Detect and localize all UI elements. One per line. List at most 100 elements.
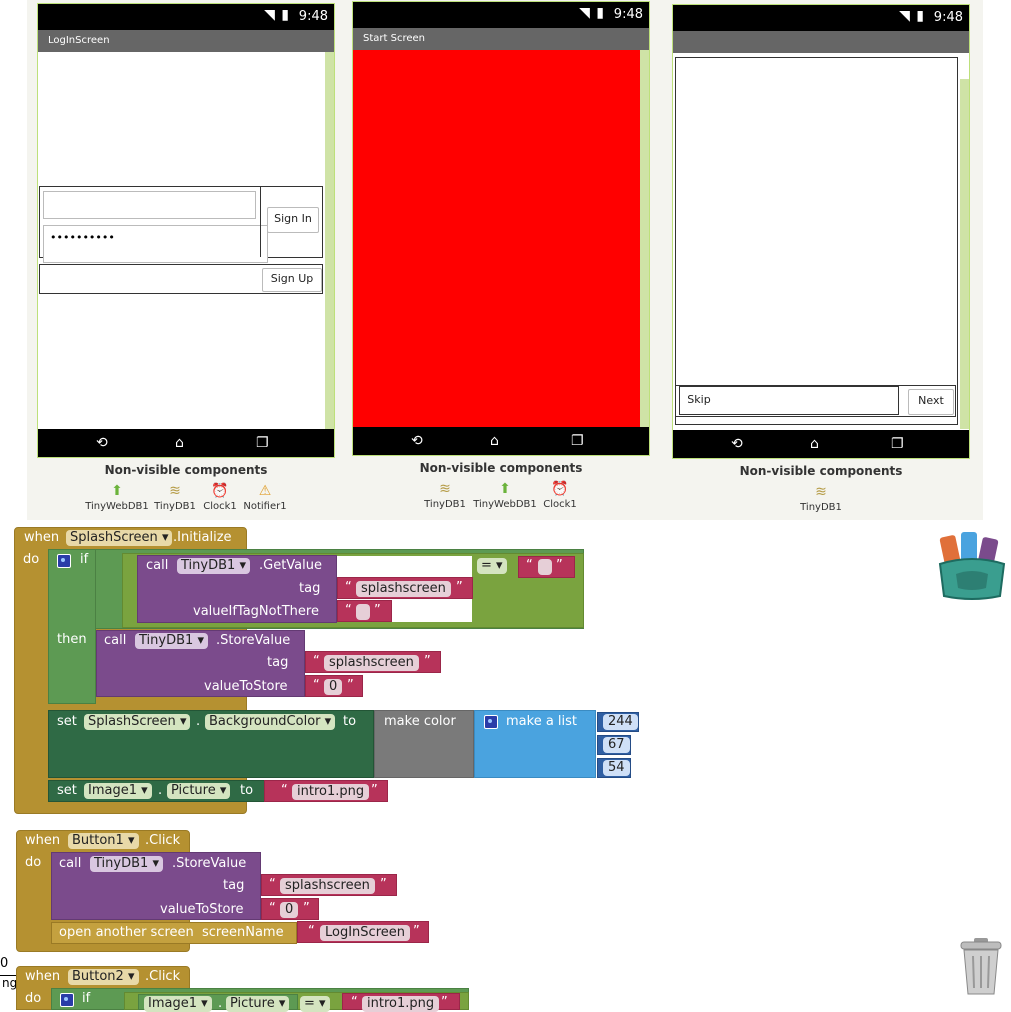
value-to-store-label: valueToStore bbox=[204, 679, 288, 694]
empty-string-value[interactable] bbox=[538, 559, 552, 575]
picture-string-value[interactable]: intro1.png bbox=[292, 784, 370, 800]
property-dropdown[interactable]: Picture ▾ bbox=[167, 783, 231, 799]
component-name: Button1 bbox=[72, 833, 124, 848]
value-string[interactable]: 0 bbox=[324, 679, 343, 695]
quote-icon: “ bbox=[269, 901, 276, 916]
nonvisible-title: Non-visible components bbox=[419, 461, 583, 475]
status-time: 9:48 bbox=[613, 7, 643, 22]
tag-string-value[interactable]: splashscreen bbox=[324, 655, 419, 671]
password-field[interactable]: •••••••••• bbox=[43, 225, 268, 263]
next-button[interactable]: Next bbox=[908, 389, 954, 415]
dropdown-icon: ▾ bbox=[219, 783, 227, 798]
quote-icon: “ bbox=[269, 877, 276, 892]
status-bar: ◥ ▮ 9:48 bbox=[353, 2, 649, 28]
db-dropdown[interactable]: TinyDB1 ▾ bbox=[135, 633, 208, 649]
dropdown-icon: ▾ bbox=[201, 996, 208, 1011]
db-dropdown[interactable]: TinyDB1 ▾ bbox=[177, 558, 250, 574]
quote-icon: “ bbox=[345, 580, 352, 595]
screen-name-label: screenName bbox=[202, 925, 284, 940]
home-icon[interactable]: ⌂ bbox=[490, 433, 499, 449]
dropdown-icon: ▾ bbox=[161, 530, 169, 545]
clock-icon: ⏰ bbox=[551, 481, 569, 497]
component-name: SplashScreen bbox=[70, 530, 158, 545]
do-label: do bbox=[23, 552, 40, 567]
signal-icon: ◥ ▮ bbox=[264, 7, 290, 23]
component-name: Image1 bbox=[88, 783, 137, 798]
sign-in-button[interactable]: Sign In bbox=[267, 207, 319, 233]
dropdown-icon: ▾ bbox=[239, 558, 246, 573]
mutator-gear-icon[interactable] bbox=[484, 715, 498, 729]
status-bar: ◥ ▮ 9:48 bbox=[38, 4, 334, 30]
property-dropdown[interactable]: BackgroundColor ▾ bbox=[205, 714, 336, 730]
component-label: TinyDB1 bbox=[424, 499, 466, 510]
call-label: call bbox=[146, 558, 169, 573]
quote-icon: ” bbox=[374, 603, 381, 618]
db-dropdown[interactable]: TinyDB1 ▾ bbox=[90, 856, 163, 872]
trash-icon[interactable] bbox=[958, 936, 1004, 996]
component-dropdown[interactable]: Button2 ▾ bbox=[68, 969, 139, 985]
method-label: .StoreValue bbox=[216, 633, 291, 648]
notifier-component[interactable]: ⚠ Notifier1 bbox=[230, 483, 300, 512]
property-name: Picture bbox=[171, 783, 216, 798]
sign-up-button[interactable]: Sign Up bbox=[262, 268, 322, 292]
screen-title: LogInScreen bbox=[38, 30, 334, 52]
scrollbar[interactable] bbox=[640, 50, 649, 427]
number-value[interactable]: 244 bbox=[603, 714, 638, 730]
back-icon[interactable]: ⟲ bbox=[731, 436, 743, 452]
dropdown-icon: ▾ bbox=[127, 833, 135, 848]
dot-label: . bbox=[218, 996, 223, 1011]
dropdown-icon: ▾ bbox=[127, 969, 135, 984]
nav-bar: ⟲ ⌂ ❐ bbox=[38, 429, 334, 457]
nav-bar: ⟲ ⌂ ❐ bbox=[353, 427, 649, 455]
home-icon[interactable]: ⌂ bbox=[175, 435, 184, 451]
tinydb-component[interactable]: ≋ TinyDB1 bbox=[786, 484, 856, 513]
recents-icon[interactable]: ❐ bbox=[891, 436, 904, 452]
operator-dropdown[interactable]: = ▾ bbox=[477, 558, 507, 574]
component-dropdown[interactable]: Image1 ▾ bbox=[84, 783, 152, 799]
back-icon[interactable]: ⟲ bbox=[96, 435, 108, 451]
dropdown-icon: ▾ bbox=[319, 996, 326, 1011]
quote-icon: ” bbox=[380, 877, 387, 892]
clock-component[interactable]: ⏰ Clock1 bbox=[525, 481, 595, 510]
component-dropdown[interactable]: SplashScreen ▾ bbox=[66, 530, 173, 546]
dropdown-icon: ▾ bbox=[141, 783, 148, 798]
component-dropdown[interactable]: Button1 ▾ bbox=[68, 833, 139, 849]
tag-string-value[interactable]: splashscreen bbox=[356, 581, 451, 597]
dropdown-icon: ▾ bbox=[278, 996, 286, 1011]
screen-string-value[interactable]: LogInScreen bbox=[320, 925, 410, 941]
event-label: .Initialize bbox=[173, 530, 232, 545]
home-icon[interactable]: ⌂ bbox=[810, 436, 819, 452]
component-name: Button2 bbox=[72, 969, 124, 984]
tag-label: tag bbox=[267, 655, 289, 670]
red-background bbox=[353, 50, 640, 427]
scrollbar[interactable] bbox=[960, 79, 969, 429]
component-name: Image1 bbox=[148, 996, 197, 1011]
then-label: then bbox=[57, 632, 87, 647]
value-if-tag-not-there-label: valueIfTagNotThere bbox=[193, 604, 319, 619]
tag-label: tag bbox=[223, 878, 245, 893]
backpack-icon[interactable] bbox=[936, 530, 1008, 602]
default-string-value[interactable] bbox=[356, 604, 370, 620]
phone-preview-login: ◥ ▮ 9:48 LogInScreen •••••••••• Sign In … bbox=[37, 3, 335, 458]
mutator-gear-icon[interactable] bbox=[60, 993, 74, 1007]
recents-icon[interactable]: ❐ bbox=[571, 433, 584, 449]
recents-icon[interactable]: ❐ bbox=[256, 435, 269, 451]
db-name: TinyDB1 bbox=[181, 558, 236, 573]
back-icon[interactable]: ⟲ bbox=[411, 433, 423, 449]
dot-label: . bbox=[196, 714, 201, 729]
number-value[interactable]: 67 bbox=[603, 737, 630, 753]
value-string[interactable]: 0 bbox=[280, 902, 299, 918]
component-dropdown[interactable]: SplashScreen ▾ bbox=[84, 714, 191, 730]
scrollbar[interactable] bbox=[325, 52, 334, 429]
tag-string-value[interactable]: splashscreen bbox=[280, 878, 375, 894]
number-value[interactable]: 54 bbox=[603, 760, 630, 776]
status-time: 9:48 bbox=[933, 10, 963, 25]
make-color-label: make color bbox=[384, 714, 456, 729]
nonvisible-title: Non-visible components bbox=[104, 463, 268, 477]
phone-preview-start: ◥ ▮ 9:48 Start Screen ⟲ ⌂ ❐ bbox=[352, 1, 650, 456]
edge-fragment-text: 0 bbox=[0, 956, 9, 971]
operator-label: = bbox=[481, 558, 492, 573]
quote-icon: ” bbox=[413, 924, 420, 939]
mutator-gear-icon[interactable] bbox=[57, 554, 71, 568]
username-field[interactable] bbox=[43, 191, 256, 219]
